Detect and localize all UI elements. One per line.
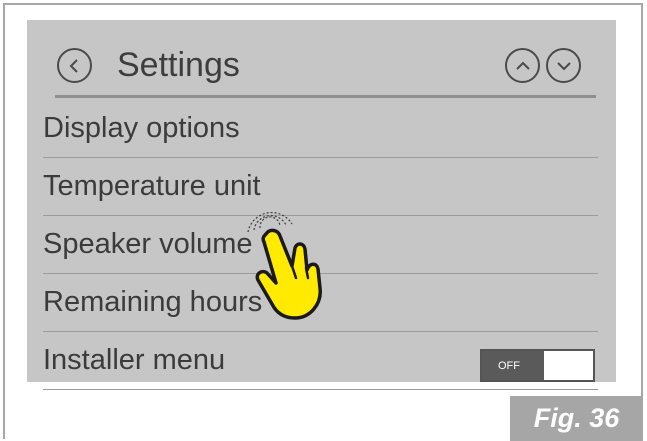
menu-item-temperature-unit[interactable]: Temperature unit [43,158,598,216]
settings-screen: Settings Display options Temperature uni… [27,20,616,390]
menu-item-speaker-volume[interactable]: Speaker volume [43,216,598,274]
toggle-off-label: OFF [482,351,544,380]
menu-item-remaining-hours[interactable]: Remaining hours [43,274,598,332]
menu-item-label: Display options [43,112,240,144]
chevron-left-icon [69,58,78,73]
scroll-up-button[interactable] [505,48,540,83]
page-title: Settings [117,46,240,84]
header-divider [55,95,596,98]
menu-item-display-options[interactable]: Display options [43,100,598,158]
menu-item-label: Speaker volume [43,228,253,260]
figure-label: Fig. 36 [510,396,643,441]
settings-header: Settings [27,20,616,102]
menu-item-installer-menu[interactable]: Installer menu OFF [43,332,598,390]
menu-item-label: Remaining hours [43,286,263,318]
back-button[interactable] [57,48,92,83]
chevron-up-icon [515,61,530,70]
scroll-down-button[interactable] [546,48,581,83]
menu-item-label: Temperature unit [43,170,261,202]
installer-menu-toggle[interactable]: OFF [480,349,595,382]
settings-menu-list: Display options Temperature unit Speaker… [27,100,616,390]
chevron-down-icon [556,61,571,70]
menu-item-label: Installer menu [43,344,226,376]
